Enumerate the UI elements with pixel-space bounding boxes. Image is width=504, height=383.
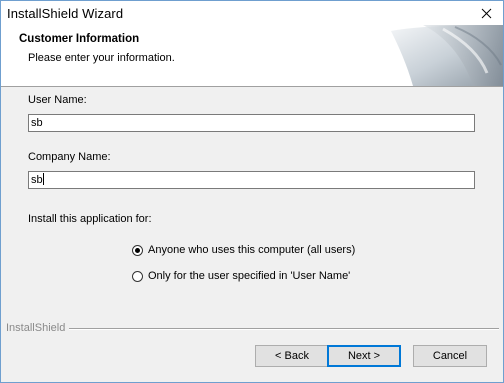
radio-current-user[interactable]: Only for the user specified in 'User Nam… <box>132 269 350 283</box>
close-icon <box>481 8 492 19</box>
user-name-input[interactable]: sb <box>28 114 475 132</box>
back-button[interactable]: < Back <box>255 345 329 367</box>
brand-divider: InstallShield <box>6 322 499 334</box>
page-subtitle: Please enter your information. <box>28 52 175 64</box>
radio-selected-icon[interactable] <box>132 244 143 256</box>
text-caret <box>42 173 44 185</box>
installshield-brand-text: InstallShield <box>6 322 70 334</box>
installer-window: InstallShield Wizard Customer Informatio… <box>0 0 504 383</box>
page-title: Customer Information <box>19 33 140 45</box>
installshield-banner-graphic-icon <box>391 25 503 86</box>
user-name-label: User Name: <box>28 94 87 106</box>
radio-unselected-icon[interactable] <box>132 270 143 282</box>
close-button[interactable] <box>469 1 503 25</box>
next-button[interactable]: Next > <box>327 345 401 367</box>
radio-current-user-label[interactable]: Only for the user specified in 'User Nam… <box>148 270 350 282</box>
radio-all-users[interactable]: Anyone who uses this computer (all users… <box>132 243 355 257</box>
install-for-label: Install this application for: <box>28 213 152 225</box>
wizard-header: Customer Information Please enter your i… <box>1 25 503 87</box>
cancel-button[interactable]: Cancel <box>413 345 487 367</box>
divider-line <box>6 328 499 330</box>
company-name-input[interactable]: sb <box>28 171 475 189</box>
user-name-value: sb <box>31 117 43 129</box>
company-name-label: Company Name: <box>28 151 111 163</box>
radio-all-users-label[interactable]: Anyone who uses this computer (all users… <box>148 244 355 256</box>
company-name-value: sb <box>31 174 43 186</box>
window-title: InstallShield Wizard <box>7 6 124 21</box>
title-bar[interactable]: InstallShield Wizard <box>1 1 503 25</box>
